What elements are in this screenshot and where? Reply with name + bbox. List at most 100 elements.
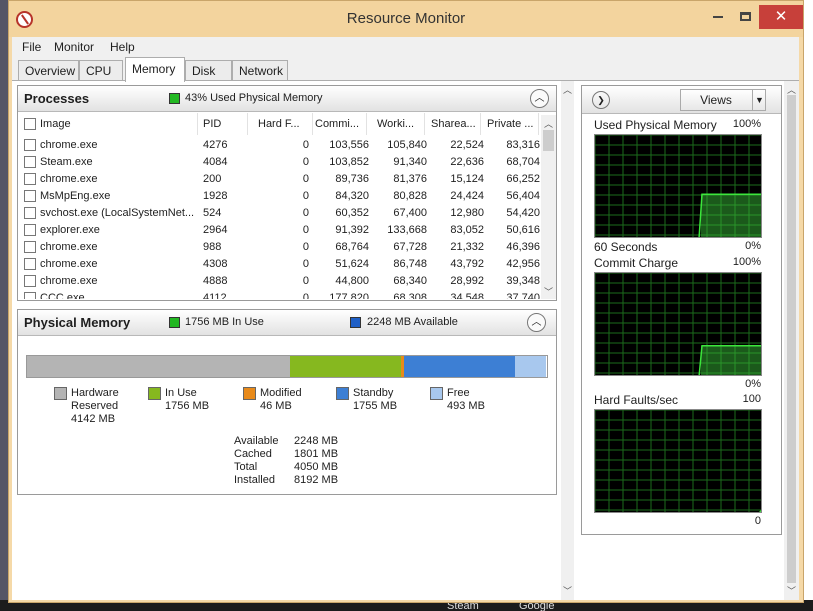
row-checkbox[interactable]: [24, 156, 36, 168]
legend-label: In Use: [165, 387, 197, 399]
cell-private: 68,704: [506, 156, 540, 168]
processes-scroll-thumb[interactable]: [543, 130, 554, 151]
tab-strip: Overview CPU Memory Disk Network: [12, 57, 799, 82]
column-image[interactable]: Image: [40, 113, 198, 135]
table-row[interactable]: CCC.exe 4112 0 177,820 68,308 34,548 37,740: [18, 290, 540, 299]
collapse-graphs-button[interactable]: ❯: [592, 91, 610, 109]
column-pid[interactable]: PID: [203, 113, 248, 135]
scroll-down-icon[interactable]: ﹀: [541, 285, 556, 298]
tab-cpu[interactable]: CPU: [79, 60, 123, 81]
cell-shareable: 34,548: [450, 292, 484, 299]
table-row[interactable]: chrome.exe 4888 0 44,800 68,340 28,992 39,348: [18, 273, 540, 290]
table-row[interactable]: chrome.exe 200 0 89,736 81,376 15,124 66,252: [18, 171, 540, 188]
graph-used-physical-memory: [594, 134, 762, 238]
cell-image: CCC.exe: [40, 292, 85, 299]
table-row[interactable]: explorer.exe 2964 0 91,392 133,668 83,052 50,6…: [18, 222, 540, 239]
caret-down-icon: ▼: [755, 95, 764, 105]
cell-private: 39,348: [506, 275, 540, 287]
scroll-down-icon[interactable]: ﹀: [561, 584, 574, 597]
cell-hard-faults: 0: [302, 190, 309, 202]
row-checkbox[interactable]: [24, 224, 36, 236]
left-pane-scrollbar[interactable]: ︿ ﹀: [561, 81, 574, 600]
graph-time-span-label: 60 Seconds: [594, 240, 658, 254]
cell-working-set: 68,308: [393, 292, 427, 299]
menu-file[interactable]: File: [22, 40, 41, 54]
graph-fill: [701, 194, 761, 237]
row-checkbox[interactable]: [24, 275, 36, 287]
maximize-button[interactable]: [731, 5, 759, 29]
cell-shareable: 43,792: [450, 258, 484, 270]
tab-overview[interactable]: Overview: [18, 60, 79, 81]
memory-segment-standby: [404, 356, 515, 377]
row-checkbox[interactable]: [24, 207, 36, 219]
row-checkbox[interactable]: [24, 241, 36, 253]
graph-title-commit-charge: Commit Charge: [594, 256, 679, 270]
cell-working-set: 91,340: [393, 156, 427, 168]
physical-memory-header[interactable]: Physical Memory 1756 MB In Use 2248 MB A…: [18, 310, 556, 336]
table-row[interactable]: MsMpEng.exe 1928 0 84,320 80,828 24,424 56,404: [18, 188, 540, 205]
minimize-button[interactable]: [704, 5, 732, 29]
graph-canvas: [595, 410, 761, 512]
tab-memory[interactable]: Memory: [125, 57, 185, 82]
column-hard-faults[interactable]: Hard F...: [258, 113, 313, 135]
table-row[interactable]: chrome.exe 4308 0 51,624 86,748 43,792 42,956: [18, 256, 540, 273]
tab-network[interactable]: Network: [232, 60, 288, 81]
chevron-right-icon: ❯: [597, 95, 605, 105]
graphs-header: ❯ Views ▼: [582, 86, 781, 114]
table-row[interactable]: Steam.exe 4084 0 103,852 91,340 22,636 68,704: [18, 154, 540, 171]
cell-commit: 177,820: [329, 292, 369, 299]
table-row[interactable]: svchost.exe (LocalSystemNet... 524 0 60,352…: [18, 205, 540, 222]
column-commit[interactable]: Commi...: [315, 113, 367, 135]
cell-working-set: 105,840: [387, 139, 427, 151]
close-icon: ✕: [774, 8, 788, 25]
graph-title-used-physical-memory: Used Physical Memory: [594, 118, 717, 132]
row-checkbox[interactable]: [24, 173, 36, 185]
stat-value: 4050 MB: [294, 461, 339, 473]
row-checkbox[interactable]: [24, 139, 36, 151]
processes-header[interactable]: Processes 43% Used Physical Memory ︿: [18, 86, 556, 112]
processes-scrollbar[interactable]: ︿ ﹀: [541, 115, 556, 299]
table-row[interactable]: chrome.exe 4276 0 103,556 105,840 22,524 83,31…: [18, 137, 540, 154]
select-all-checkbox[interactable]: [24, 118, 36, 130]
cell-hard-faults: 0: [302, 207, 309, 219]
cell-image: chrome.exe: [40, 139, 98, 151]
right-pane-scroll-thumb[interactable]: [787, 95, 796, 583]
views-dropdown[interactable]: ▼: [752, 90, 766, 110]
cell-pid: 2964: [203, 224, 228, 236]
column-private[interactable]: Private ...: [487, 113, 539, 135]
graph-commit-charge: [594, 272, 762, 376]
row-checkbox[interactable]: [24, 292, 36, 299]
cell-private: 46,396: [506, 241, 540, 253]
cell-shareable: 21,332: [450, 241, 484, 253]
title-bar[interactable]: Resource Monitor ✕: [9, 1, 803, 37]
table-row[interactable]: chrome.exe 988 0 68,764 67,728 21,332 46,396: [18, 239, 540, 256]
cell-pid: 1928: [203, 190, 228, 202]
processes-collapse-button[interactable]: ︿: [530, 89, 549, 108]
cell-working-set: 81,376: [393, 173, 427, 185]
graph-min-label: 0%: [745, 378, 761, 390]
cell-hard-faults: 0: [302, 224, 309, 236]
maximize-icon: [739, 12, 751, 21]
menu-help[interactable]: Help: [110, 40, 135, 54]
row-checkbox[interactable]: [24, 258, 36, 270]
cell-pid: 988: [203, 241, 222, 253]
cell-image: chrome.exe: [40, 258, 98, 270]
cell-shareable: 28,992: [450, 275, 484, 287]
cell-hard-faults: 0: [302, 139, 309, 151]
scroll-up-icon[interactable]: ︿: [561, 83, 574, 96]
cell-private: 37,740: [506, 292, 540, 299]
scroll-up-icon[interactable]: ︿: [541, 117, 556, 130]
column-working-set[interactable]: Worki...: [377, 113, 425, 135]
row-checkbox[interactable]: [24, 190, 36, 202]
column-shareable[interactable]: Sharea...: [431, 113, 481, 135]
menu-monitor[interactable]: Monitor: [54, 40, 94, 54]
available-legend-swatch: [350, 317, 361, 328]
cell-image: chrome.exe: [40, 275, 98, 287]
tab-disk[interactable]: Disk: [185, 60, 232, 81]
scroll-down-icon[interactable]: ﹀: [784, 584, 799, 597]
cell-working-set: 80,828: [393, 190, 427, 202]
processes-title: Processes: [24, 91, 90, 106]
close-button[interactable]: ✕: [759, 5, 803, 29]
physical-memory-collapse-button[interactable]: ︿: [527, 313, 546, 332]
right-pane-scrollbar[interactable]: ︿ ﹀: [784, 81, 799, 600]
